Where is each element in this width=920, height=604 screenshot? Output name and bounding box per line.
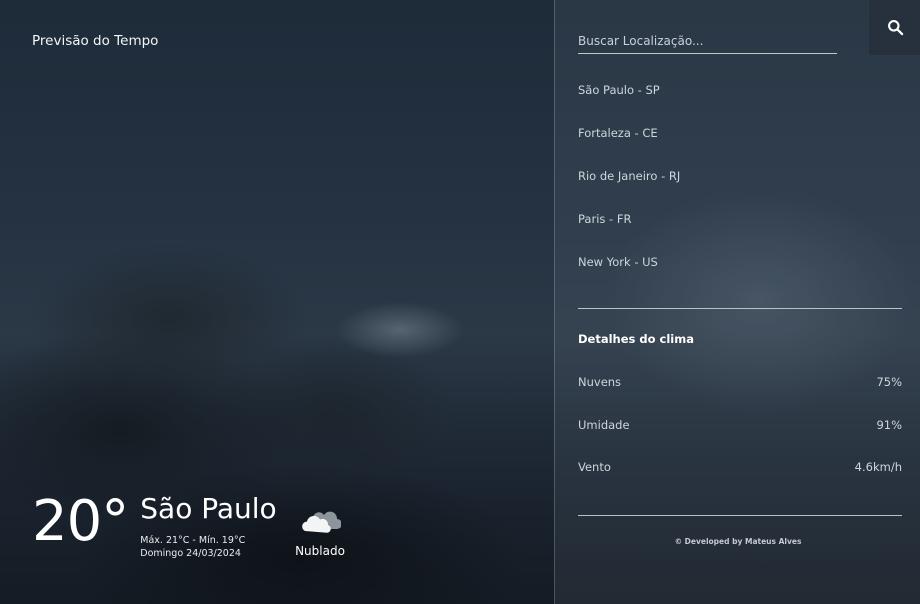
search-bar <box>578 28 838 54</box>
detail-row-humidity: Umidade 91% <box>578 418 902 432</box>
footer-credit: © Developed by Mateus Alves <box>674 537 802 546</box>
divider <box>578 308 902 309</box>
location-item[interactable]: New York - US <box>578 255 680 298</box>
current-weather: 20° São Paulo Máx. 21°C - Mín. 19°C Domi… <box>32 490 277 560</box>
location-list: São Paulo - SP Fortaleza - CE Rio de Jan… <box>578 83 680 298</box>
side-panel: São Paulo - SP Fortaleza - CE Rio de Jan… <box>554 0 920 604</box>
search-input[interactable] <box>578 28 837 54</box>
search-icon <box>887 20 903 36</box>
detail-value: 91% <box>876 418 902 432</box>
condition-label: Nublado <box>295 544 345 558</box>
detail-row-clouds: Nuvens 75% <box>578 375 902 389</box>
detail-label: Nuvens <box>578 375 622 389</box>
divider <box>578 515 902 516</box>
detail-row-wind: Vento 4.6km/h <box>578 460 902 474</box>
current-location-block: São Paulo Máx. 21°C - Mín. 19°C Domingo … <box>140 490 276 560</box>
detail-label: Umidade <box>578 418 630 432</box>
location-item[interactable]: Rio de Janeiro - RJ <box>578 169 680 212</box>
location-item[interactable]: São Paulo - SP <box>578 83 680 126</box>
search-button[interactable] <box>869 0 920 55</box>
details-title: Detalhes do clima <box>578 332 694 346</box>
location-item[interactable]: Paris - FR <box>578 212 680 255</box>
app-title: Previsão do Tempo <box>32 33 159 49</box>
current-temperature: 20° <box>32 489 129 554</box>
detail-label: Vento <box>578 460 611 474</box>
detail-value: 75% <box>876 375 902 389</box>
detail-value: 4.6km/h <box>854 460 902 474</box>
weather-condition: Nublado <box>295 506 345 558</box>
location-item[interactable]: Fortaleza - CE <box>578 126 680 169</box>
current-city: São Paulo <box>140 492 277 525</box>
min-max-temperature: Máx. 21°C - Mín. 19°C <box>140 535 246 546</box>
cloud-icon <box>302 511 341 533</box>
current-date: Domingo 24/03/2024 <box>140 548 241 559</box>
